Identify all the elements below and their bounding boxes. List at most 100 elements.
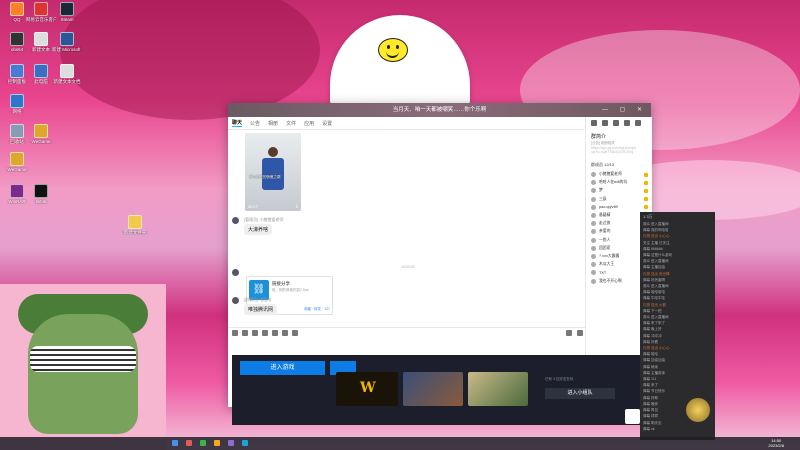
enter-game-button[interactable]: 进入游戏 (240, 361, 325, 375)
avatar[interactable] (232, 269, 239, 276)
level-badge-icon (644, 180, 648, 185)
video-message[interactable]: 我与彻底的骄傲之巅 00:17 ⤓ (245, 133, 301, 211)
taskbar-clock[interactable]: 14:50 2023/2/8 (768, 438, 784, 448)
image-icon[interactable] (272, 330, 278, 336)
pet-avatar-icon[interactable] (686, 398, 710, 422)
group-link[interactable]: /qr?k=sQtfT76k3QC9DSVg (591, 150, 652, 154)
person-figure (259, 147, 287, 197)
gif-icon[interactable] (242, 330, 248, 336)
avatar (591, 204, 596, 210)
webcam-overlay (0, 284, 166, 450)
tab-announcement[interactable]: 公告 (250, 120, 260, 127)
level-badge-icon (644, 205, 648, 210)
tab-chat[interactable]: 聊天 (232, 119, 243, 127)
message-bubble[interactable]: 唯独腾讯网 (244, 304, 278, 315)
member-name: 小猪猪爱老师 (599, 172, 622, 177)
message-timestamp: 15:03:20 (401, 265, 415, 269)
desktop-shortcut[interactable]: 网络 (2, 94, 32, 122)
zombie-face (28, 314, 138, 434)
member-item[interactable]: 哈哈人在wifi的坑 (586, 179, 652, 187)
desktop-shortcut[interactable]: Steam (52, 2, 82, 30)
avatar (591, 245, 596, 251)
message-list[interactable]: 我与彻底的骄傲之巅 00:17 ⤓ [管理员] 小猪猪爱老师 大濠养啥 15:0… (228, 129, 585, 325)
message-sender: [管理员] 小猪猪爱老师 (244, 217, 284, 222)
qq-mascot-icon[interactable] (625, 409, 640, 424)
more-icon[interactable] (292, 330, 298, 336)
desktop-shortcut[interactable]: tiktok (26, 184, 56, 212)
scissors-icon[interactable] (252, 330, 258, 336)
phone-icon[interactable] (591, 120, 597, 126)
chat-titlebar[interactable]: 当月天、咱一天都被嘲笑……你个乐啊 — ▢ ✕ (228, 103, 651, 117)
smiley-face-icon (378, 38, 408, 62)
member-item[interactable]: 三辰 (586, 195, 652, 203)
shortcut-label: Steam (60, 17, 74, 22)
taskbar-app-icon[interactable] (186, 440, 192, 446)
level-badge-icon (644, 188, 648, 193)
video-call-icon[interactable] (602, 120, 608, 126)
level-badge-icon (644, 172, 648, 177)
avatar[interactable] (232, 217, 239, 224)
history-icon[interactable] (577, 330, 583, 336)
side-toolbar (586, 117, 652, 129)
member-name: 我也不开心啊 (599, 278, 622, 283)
tab-settings[interactable]: 设置 (322, 120, 332, 127)
app-icon (10, 2, 24, 16)
window-controls[interactable]: — ▢ ✕ (602, 103, 647, 117)
tab-apps[interactable]: 应用 (304, 120, 314, 127)
member-name: 三辰 (599, 196, 607, 201)
link-description: 哈，别的其他内容7.5us (272, 288, 309, 292)
member-name: pao.qq/v89 (599, 205, 618, 210)
avatar (591, 180, 596, 186)
folder-icon[interactable] (262, 330, 268, 336)
desktop-shortcut[interactable]: 新建文本文档 (52, 64, 82, 92)
expand-icon[interactable] (566, 330, 572, 336)
tab-files[interactable]: 文件 (286, 120, 296, 127)
desktop-shortcut[interactable]: WeGame (2, 152, 32, 180)
taskbar-app-icon[interactable] (228, 440, 234, 446)
game-thumbnail[interactable] (403, 372, 463, 406)
shortcut-label: 新建文本文档 (53, 79, 81, 84)
taskbar-app-icon[interactable] (200, 440, 206, 446)
join-team-button[interactable]: 进入小组队 (545, 388, 615, 399)
message-bubble[interactable]: 大濠养啥 (244, 224, 273, 235)
avatar (591, 253, 596, 259)
avatar[interactable] (232, 297, 239, 304)
screen-share-icon[interactable] (613, 120, 619, 126)
wow-logo-icon[interactable] (336, 372, 398, 406)
download-icon[interactable]: ⤓ (296, 203, 298, 209)
avatar (591, 213, 596, 219)
app-icon (10, 152, 24, 166)
video-duration: 00:17 (248, 204, 259, 209)
member-name: 亲爱的 (599, 229, 611, 234)
desktop-shortcut[interactable]: WeGame (26, 124, 56, 152)
shortcut-label: 网络 (12, 109, 22, 114)
input-toolbar (228, 327, 585, 338)
tab-album[interactable]: 相册 (268, 120, 278, 127)
member-item[interactable]: 小猪猪爱老师 (586, 171, 652, 179)
taskbar-app-icon[interactable] (242, 440, 248, 446)
shortcut-label: 新建 Microsoft Word (52, 47, 82, 52)
member-name: 悬疑精 (599, 213, 611, 218)
member-name: 哈哈人在wifi的坑 (599, 180, 628, 185)
app-icon (10, 124, 24, 138)
app-icon (60, 32, 74, 46)
member-item[interactable]: pao.qq/v89 (586, 203, 652, 211)
desktop-shortcut[interactable]: 新建 Microsoft Word (52, 32, 82, 60)
emoji-icon[interactable] (232, 330, 238, 336)
add-member-icon[interactable] (624, 120, 630, 126)
mic-icon[interactable] (282, 330, 288, 336)
taskbar-app-icon[interactable] (214, 440, 220, 446)
member-item[interactable]: 梦 (586, 187, 652, 195)
member-name: ? xxx大霸霸 (599, 253, 620, 258)
desktop-shortcut[interactable]: 新建文件夹 (120, 215, 150, 243)
more-options-icon[interactable] (635, 120, 641, 126)
app-icon (60, 2, 74, 16)
level-badge-icon (644, 197, 648, 202)
link-meta: 收藏 · 转发 · 127 (303, 307, 330, 311)
game-thumbnail[interactable] (468, 372, 528, 406)
app-icon (10, 184, 24, 198)
game-launcher: 进入游戏 已有 3 位好友在玩 进入小组队 (232, 355, 640, 425)
tree-canopy (60, 0, 320, 120)
taskbar: 14:50 2023/2/8 (0, 437, 800, 450)
taskbar-app-icon[interactable] (172, 440, 178, 446)
